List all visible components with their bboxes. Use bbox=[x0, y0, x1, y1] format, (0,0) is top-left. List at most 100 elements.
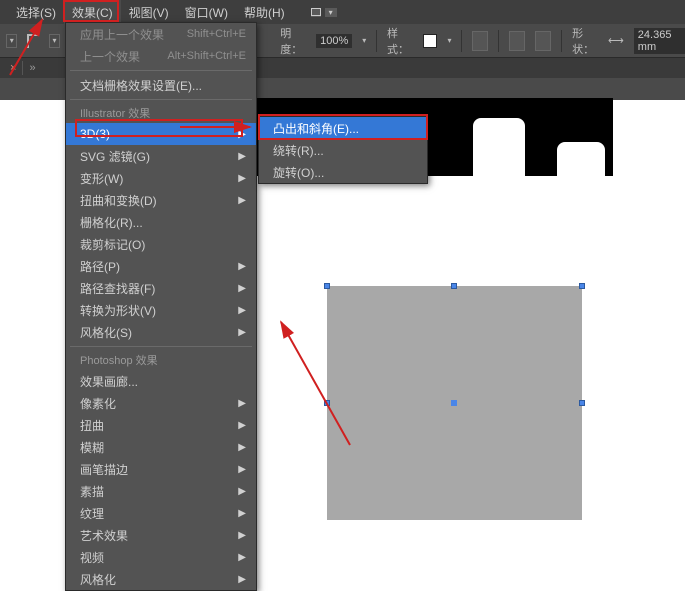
menu-item-label: 变形(W) bbox=[80, 170, 123, 187]
selection-handle[interactable] bbox=[324, 283, 330, 289]
menu-brush-strokes[interactable]: 画笔描边 ▶ bbox=[66, 458, 256, 480]
menu-blur[interactable]: 模糊 ▶ bbox=[66, 436, 256, 458]
menu-rasterize[interactable]: 栅格化(R)... bbox=[66, 211, 256, 233]
menu-stylize-ai[interactable]: 风格化(S) ▶ bbox=[66, 321, 256, 343]
menu-pixelate[interactable]: 像素化 ▶ bbox=[66, 392, 256, 414]
transform-icon[interactable] bbox=[535, 31, 551, 51]
menu-rotate[interactable]: 旋转(O)... bbox=[259, 161, 427, 183]
menu-texture[interactable]: 纹理 ▶ bbox=[66, 502, 256, 524]
submenu-arrow-icon: ▶ bbox=[238, 195, 246, 206]
tab-overflow-icon[interactable]: » bbox=[29, 62, 35, 74]
menu-help[interactable]: 帮助(H) bbox=[236, 0, 293, 25]
menu-item-label: 转换为形状(V) bbox=[80, 302, 156, 319]
menu-item-label: 扭曲和变换(D) bbox=[80, 192, 157, 209]
menu-item-label: 风格化(S) bbox=[80, 324, 132, 341]
submenu-arrow-icon: ▶ bbox=[238, 464, 246, 475]
menu-artistic[interactable]: 艺术效果 ▶ bbox=[66, 524, 256, 546]
menu-ps-distort[interactable]: 扭曲 ▶ bbox=[66, 414, 256, 436]
menu-bar: 选择(S) 效果(C) 视图(V) 窗口(W) 帮助(H) ▾ bbox=[0, 0, 685, 24]
menu-path[interactable]: 路径(P) ▶ bbox=[66, 255, 256, 277]
selection-handle[interactable] bbox=[579, 283, 585, 289]
menu-effect[interactable]: 效果(C) bbox=[64, 0, 121, 25]
menu-sketch[interactable]: 素描 ▶ bbox=[66, 480, 256, 502]
menu-window[interactable]: 窗口(W) bbox=[177, 0, 236, 25]
shape-label: 形状： bbox=[572, 25, 598, 57]
style-label: 样式： bbox=[387, 25, 413, 57]
menu-convert-to-shape[interactable]: 转换为形状(V) ▶ bbox=[66, 299, 256, 321]
menu-item-shortcut: Shift+Ctrl+E bbox=[187, 28, 246, 40]
submenu-arrow-icon: ▶ bbox=[238, 398, 246, 409]
menu-stylize-ps[interactable]: 风格化 ▶ bbox=[66, 568, 256, 590]
shape-width-field[interactable]: 24.365 mm bbox=[634, 28, 685, 54]
separator bbox=[498, 30, 499, 52]
chevron-down-icon[interactable]: ▾ bbox=[362, 36, 366, 45]
menu-effect-gallery[interactable]: 效果画廊... bbox=[66, 370, 256, 392]
menu-revolve[interactable]: 绕转(R)... bbox=[259, 139, 427, 161]
menu-item-label: 风格化 bbox=[80, 571, 116, 588]
selection-handle[interactable] bbox=[451, 283, 457, 289]
selection-handle[interactable] bbox=[579, 400, 585, 406]
menu-select[interactable]: 选择(S) bbox=[8, 0, 64, 25]
submenu-arrow-icon: ▶ bbox=[238, 129, 246, 140]
style-swatch[interactable] bbox=[423, 34, 438, 48]
3d-submenu: 凸出和斜角(E)... 绕转(R)... 旋转(O)... bbox=[258, 116, 428, 184]
menu-doc-raster-settings[interactable]: 文档栅格效果设置(E)... bbox=[66, 74, 256, 96]
menu-last-effect[interactable]: 上一个效果 Alt+Shift+Ctrl+E bbox=[66, 45, 256, 67]
tool-dropdown-1[interactable]: ▾ bbox=[6, 34, 17, 48]
submenu-arrow-icon: ▶ bbox=[238, 442, 246, 453]
submenu-arrow-icon: ▶ bbox=[238, 327, 246, 338]
opacity-field[interactable]: 100% bbox=[316, 34, 352, 48]
layout-icon[interactable] bbox=[311, 8, 321, 17]
chevron-down-icon[interactable]: ▾ bbox=[447, 36, 451, 45]
submenu-arrow-icon: ▶ bbox=[238, 305, 246, 316]
submenu-arrow-icon: ▶ bbox=[238, 261, 246, 272]
menu-separator bbox=[70, 346, 252, 347]
menu-distort-transform[interactable]: 扭曲和变换(D) ▶ bbox=[66, 189, 256, 211]
menu-separator bbox=[70, 70, 252, 71]
menu-svg-filters[interactable]: SVG 滤镜(G) ▶ bbox=[66, 145, 256, 167]
separator bbox=[461, 30, 462, 52]
menu-item-label: 路径查找器(F) bbox=[80, 280, 155, 297]
menu-3d[interactable]: 3D(3) ▶ bbox=[66, 123, 256, 145]
menu-item-shortcut: Alt+Shift+Ctrl+E bbox=[167, 50, 246, 62]
submenu-arrow-icon: ▶ bbox=[238, 151, 246, 162]
menu-item-label: 扭曲 bbox=[80, 417, 104, 434]
submenu-arrow-icon: ▶ bbox=[238, 283, 246, 294]
selection-handle[interactable] bbox=[324, 400, 330, 406]
submenu-arrow-icon: ▶ bbox=[238, 530, 246, 541]
menu-item-label: 像素化 bbox=[80, 395, 116, 412]
tab-close-icon[interactable]: × bbox=[10, 62, 16, 74]
menu-item-label: 上一个效果 bbox=[80, 48, 140, 65]
submenu-arrow-icon: ▶ bbox=[238, 508, 246, 519]
doc-setup-icon[interactable] bbox=[472, 31, 488, 51]
menu-extrude-bevel[interactable]: 凸出和斜角(E)... bbox=[259, 117, 427, 139]
menu-warp[interactable]: 变形(W) ▶ bbox=[66, 167, 256, 189]
menu-separator bbox=[70, 99, 252, 100]
submenu-arrow-icon: ▶ bbox=[238, 552, 246, 563]
menu-apply-last-effect[interactable]: 应用上一个效果 Shift+Ctrl+E bbox=[66, 23, 256, 45]
menu-header-photoshop: Photoshop 效果 bbox=[66, 350, 256, 370]
menu-item-label: 应用上一个效果 bbox=[80, 26, 164, 43]
menu-item-label: 画笔描边 bbox=[80, 461, 128, 478]
menu-crop-marks[interactable]: 裁剪标记(O) bbox=[66, 233, 256, 255]
submenu-arrow-icon: ▶ bbox=[238, 173, 246, 184]
menu-video[interactable]: 视频 ▶ bbox=[66, 546, 256, 568]
tool-dropdown-2[interactable]: ▾ bbox=[49, 34, 60, 48]
menu-view[interactable]: 视图(V) bbox=[121, 0, 177, 25]
menu-item-label: SVG 滤镜(G) bbox=[80, 148, 150, 165]
opacity-label: 明度： bbox=[280, 25, 306, 57]
submenu-arrow-icon: ▶ bbox=[238, 420, 246, 431]
dropdown-icon[interactable]: ▾ bbox=[325, 8, 337, 17]
menu-item-label: 素描 bbox=[80, 483, 104, 500]
menu-item-label: 模糊 bbox=[80, 439, 104, 456]
submenu-arrow-icon: ▶ bbox=[238, 486, 246, 497]
separator bbox=[22, 61, 23, 75]
width-icon: ⟷ bbox=[608, 34, 624, 47]
menu-item-label: 纹理 bbox=[80, 505, 104, 522]
menu-pathfinder[interactable]: 路径查找器(F) ▶ bbox=[66, 277, 256, 299]
effect-menu: 应用上一个效果 Shift+Ctrl+E 上一个效果 Alt+Shift+Ctr… bbox=[65, 22, 257, 591]
align-icon[interactable] bbox=[509, 31, 525, 51]
selection-center bbox=[451, 400, 457, 406]
menu-item-label: 视频 bbox=[80, 549, 104, 566]
submenu-arrow-icon: ▶ bbox=[238, 574, 246, 585]
